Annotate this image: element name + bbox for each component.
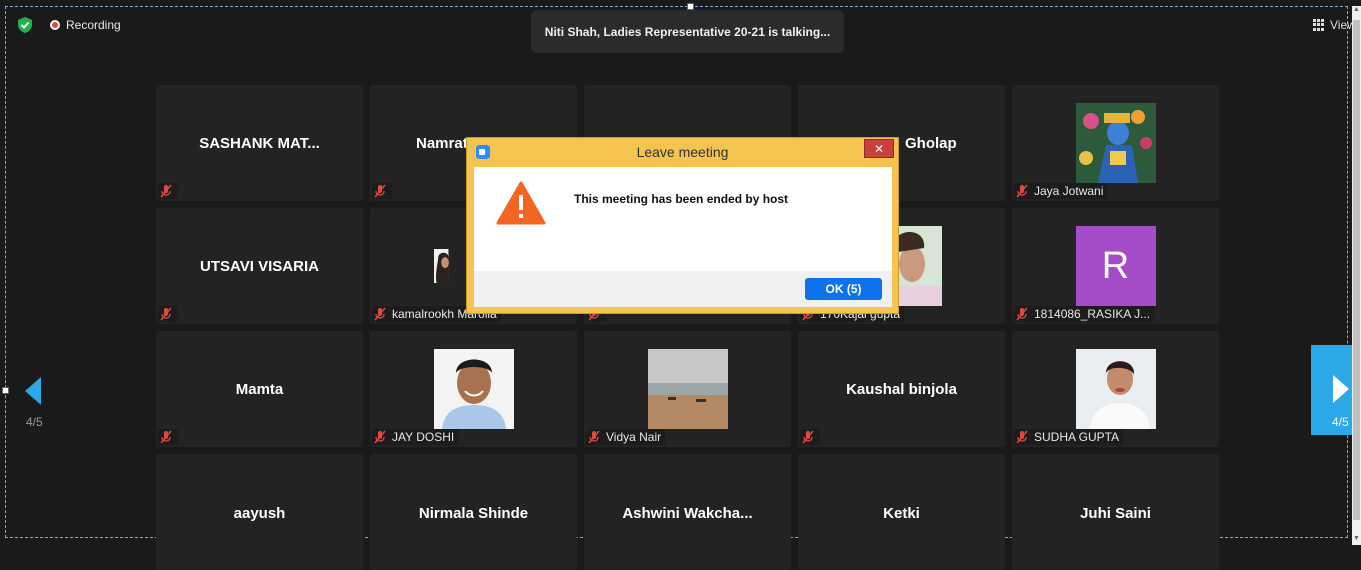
participant-photo	[433, 349, 514, 429]
arrow-left-icon	[25, 377, 41, 405]
participant-tile[interactable]: Mamta	[156, 331, 363, 447]
participant-tile[interactable]: SASHANK MAT...	[156, 85, 363, 201]
participant-label	[800, 429, 820, 445]
participant-label	[372, 183, 392, 199]
muted-mic-icon	[158, 429, 174, 445]
participant-tile[interactable]: Ketki	[798, 454, 1005, 570]
muted-mic-icon	[1014, 183, 1030, 199]
ok-button[interactable]: OK (5)	[805, 278, 882, 300]
participant-tile[interactable]: Vidya Nair	[584, 331, 791, 447]
participant-name: Nirmala Shinde	[418, 504, 529, 522]
participant-name: Juhi Saini	[1080, 504, 1151, 522]
participant-label	[158, 306, 178, 322]
participant-tile[interactable]: Juhi Saini	[1012, 454, 1219, 570]
participant-tile[interactable]: Kaushal binjola	[798, 331, 1005, 447]
participant-name: Ketki	[883, 504, 920, 522]
dialog-title: Leave meeting	[636, 144, 729, 160]
participant-name: aayush	[233, 504, 286, 522]
close-button[interactable]: ✕	[864, 139, 894, 158]
dialog-footer: OK (5)	[474, 271, 892, 307]
participant-label: 1814086_RASIKA J...	[1014, 306, 1155, 322]
participant-name: Mamta	[235, 380, 284, 398]
participant-avatar: R	[1075, 226, 1156, 306]
participant-tile[interactable]: JAY DOSHI	[370, 331, 577, 447]
participant-tile[interactable]: aayush	[156, 454, 363, 570]
meeting-status-bar: Recording	[16, 16, 121, 34]
participant-label-text: Jaya Jotwani	[1034, 184, 1104, 198]
participant-photo	[434, 249, 449, 283]
participant-label-text: SUDHA GUPTA	[1034, 430, 1120, 444]
participant-photo	[1075, 349, 1156, 429]
previous-page-button[interactable]: 4/5	[18, 372, 50, 432]
participant-photo	[1075, 103, 1156, 183]
muted-mic-icon	[372, 429, 388, 445]
participant-name: UTSAVI VISARIA	[200, 257, 319, 275]
muted-mic-icon	[800, 429, 816, 445]
participant-label-text: 1814086_RASIKA J...	[1034, 307, 1151, 321]
page-indicator: 4/5	[26, 415, 43, 429]
view-button[interactable]: View	[1313, 18, 1356, 32]
participant-tile[interactable]: SUDHA GUPTA	[1012, 331, 1219, 447]
frame-handle	[687, 3, 694, 10]
muted-mic-icon	[158, 306, 174, 322]
participant-label: JAY DOSHI	[372, 429, 459, 445]
page-indicator: 4/5	[1332, 415, 1349, 429]
dialog-body: This meeting has been ended by host	[474, 167, 892, 272]
leave-meeting-dialog: Leave meeting ✕ This meeting has been en…	[466, 137, 899, 314]
participant-label	[158, 429, 178, 445]
arrow-right-icon	[1333, 375, 1349, 403]
muted-mic-icon	[1014, 429, 1030, 445]
participant-label: SUDHA GUPTA	[1014, 429, 1124, 445]
recording-indicator[interactable]: Recording	[50, 18, 121, 32]
dialog-message: This meeting has been ended by host	[574, 192, 789, 206]
participant-label	[158, 183, 178, 199]
muted-mic-icon	[1014, 306, 1030, 322]
participant-tile[interactable]: Ashwini Wakcha...	[584, 454, 791, 570]
participant-photo	[647, 349, 728, 429]
scroll-up-arrow-icon[interactable]: ▲	[1353, 6, 1360, 16]
participant-tile[interactable]: Jaya Jotwani	[1012, 85, 1219, 201]
muted-mic-icon	[372, 183, 388, 199]
encryption-shield-icon[interactable]	[16, 16, 34, 34]
participant-label-text: Vidya Nair	[606, 430, 662, 444]
vertical-scrollbar[interactable]: ▲ ▼	[1352, 6, 1361, 545]
participant-name: SASHANK MAT...	[199, 134, 320, 152]
participant-photo	[898, 226, 942, 306]
dialog-title-bar[interactable]: Leave meeting ✕	[467, 138, 898, 166]
participant-tile[interactable]: Nirmala Shinde	[370, 454, 577, 570]
scroll-down-arrow-icon[interactable]: ▼	[1353, 535, 1360, 545]
next-page-button[interactable]: 4/5	[1311, 345, 1352, 435]
participant-name: Kaushal binjola	[846, 380, 957, 398]
participant-tile[interactable]: UTSAVI VISARIA	[156, 208, 363, 324]
record-dot-icon	[50, 20, 60, 30]
muted-mic-icon	[158, 183, 174, 199]
gallery-view-icon	[1313, 19, 1325, 31]
muted-mic-icon	[586, 429, 602, 445]
recording-label: Recording	[66, 18, 121, 32]
active-speaker-banner: Niti Shah, Ladies Representative 20-21 i…	[531, 10, 844, 53]
participant-label: Vidya Nair	[586, 429, 666, 445]
frame-handle	[2, 387, 9, 394]
muted-mic-icon	[372, 306, 388, 322]
participant-label-text: JAY DOSHI	[392, 430, 455, 444]
participant-label: Jaya Jotwani	[1014, 183, 1108, 199]
scroll-thumb[interactable]	[1353, 20, 1360, 520]
participant-name: Ashwini Wakcha...	[622, 504, 753, 522]
warning-icon	[496, 181, 546, 225]
participant-tile[interactable]: R 1814086_RASIKA J...	[1012, 208, 1219, 324]
